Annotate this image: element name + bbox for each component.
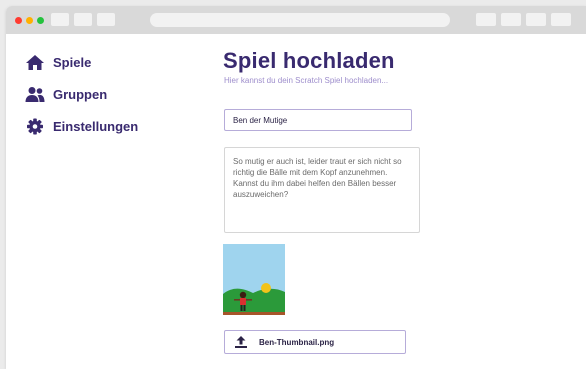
thumbnail-upload-button[interactable]: Ben-Thumbnail.png — [224, 330, 406, 354]
sidebar-item-gruppen[interactable]: Gruppen — [25, 83, 107, 105]
sidebar-item-label: Einstellungen — [53, 118, 139, 134]
gear-icon — [27, 118, 43, 134]
browser-window: Spiele Gruppen Einstellungen Spiel hochl… — [6, 6, 586, 369]
game-description-field[interactable]: So mutig er auch ist, leider traut er si… — [224, 147, 420, 233]
upload-icon — [235, 336, 247, 348]
maximize-window-dot[interactable] — [37, 17, 44, 24]
users-icon — [25, 86, 45, 102]
toolbar-placeholder — [51, 13, 69, 26]
toolbar-placeholder — [74, 13, 92, 26]
page-subtitle: Hier kannst du dein Scratch Spiel hochla… — [224, 76, 389, 85]
home-icon — [26, 54, 44, 70]
sidebar-item-label: Gruppen — [53, 86, 108, 102]
upload-file-name: Ben-Thumbnail.png — [259, 337, 335, 347]
game-thumbnail-image — [223, 244, 285, 315]
toolbar-placeholder — [551, 13, 571, 26]
sidebar-item-einstellungen[interactable]: Einstellungen — [25, 115, 138, 137]
game-name-field[interactable] — [224, 109, 412, 131]
address-bar[interactable] — [150, 13, 450, 27]
page-title: Spiel hochladen — [223, 48, 395, 73]
close-window-dot[interactable] — [15, 17, 22, 24]
sidebar-item-label: Spiele — [53, 54, 92, 70]
toolbar-placeholder — [97, 13, 115, 26]
browser-toolbar — [6, 6, 586, 34]
sidebar-item-spiele[interactable]: Spiele — [25, 51, 91, 73]
toolbar-placeholder — [501, 13, 521, 26]
minimize-window-dot[interactable] — [26, 17, 33, 24]
toolbar-placeholder — [476, 13, 496, 26]
toolbar-placeholder — [526, 13, 546, 26]
